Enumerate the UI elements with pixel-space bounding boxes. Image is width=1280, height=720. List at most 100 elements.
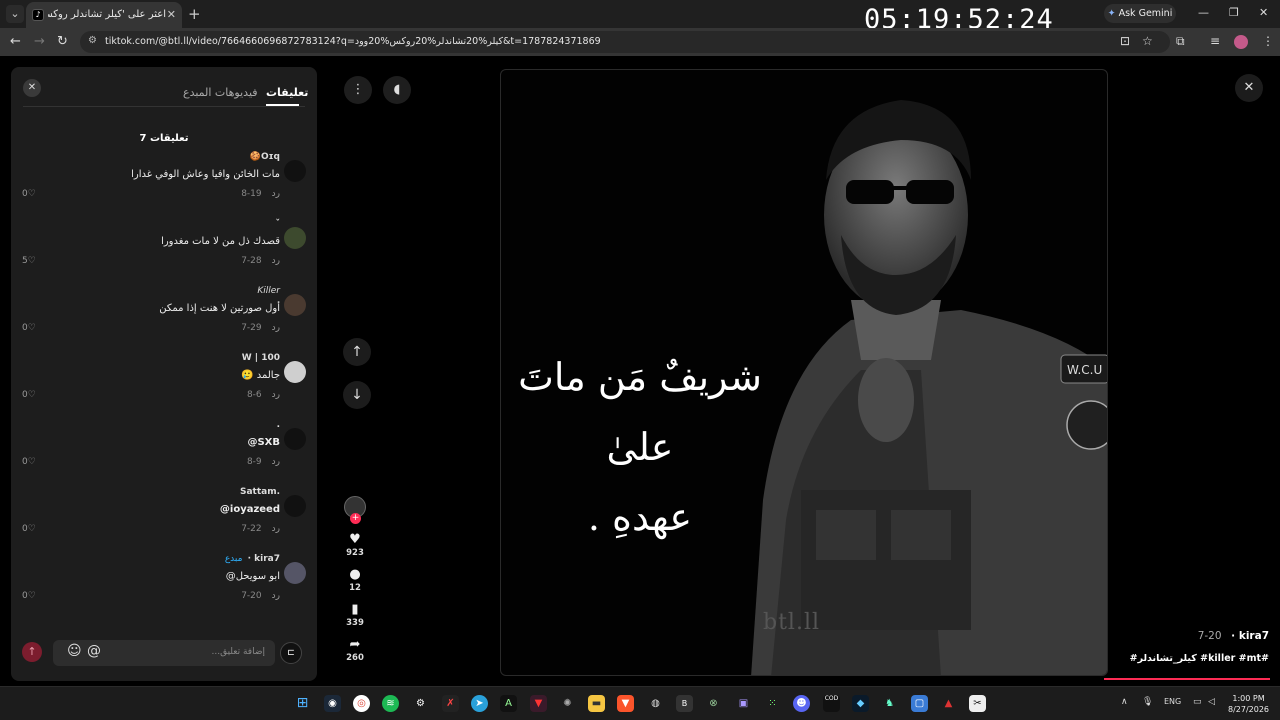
comment-input[interactable]: إضافة تعليق... @ ☺ — [53, 640, 275, 666]
volume-tray-icon[interactable]: ◁ — [1208, 697, 1215, 707]
comment-username[interactable]: . — [277, 420, 280, 430]
app-icon[interactable]: B — [676, 695, 693, 712]
send-comment-button[interactable]: ↑ — [22, 642, 42, 662]
back-icon[interactable]: ← — [10, 34, 21, 49]
app-icon[interactable]: ⁙ — [764, 695, 781, 712]
tab-close-icon[interactable]: ✕ — [167, 8, 176, 21]
new-tab-button[interactable]: + — [188, 5, 201, 23]
app-icon[interactable]: ▼ — [530, 695, 547, 712]
app-icon[interactable]: ▢ — [911, 695, 928, 712]
address-bar[interactable]: ⚙ tiktok.com/@btl.ll/video/7664660696872… — [80, 31, 1170, 53]
settings-gear-icon[interactable]: ⚙ — [412, 695, 429, 712]
tab-title: اعثر على 'كيلر تشاندلر روكس وود — [48, 9, 166, 20]
comment-like-button[interactable]: 5♡ — [22, 256, 36, 266]
avatar[interactable] — [284, 294, 306, 316]
volume-icon[interactable]: ◖ — [383, 76, 411, 104]
comment-like-button[interactable]: 0♡ — [22, 189, 36, 199]
minimize-icon[interactable]: — — [1198, 6, 1209, 19]
network-icon[interactable]: ▭ — [1193, 697, 1202, 707]
app-icon[interactable]: ✗ — [442, 695, 459, 712]
mention-icon[interactable]: @ — [87, 643, 101, 659]
app-icon[interactable]: ✂ — [969, 695, 986, 712]
system-clock[interactable]: 1:00 PM 8/27/2026 — [1228, 693, 1269, 715]
xbox-icon[interactable]: ⊗ — [705, 695, 722, 712]
comment-like-button[interactable]: 0♡ — [22, 524, 36, 534]
like-button[interactable]: ♥ 923 — [342, 532, 368, 558]
app-icon[interactable]: ▲ — [940, 695, 957, 712]
comment-username[interactable]: W | 100 — [242, 353, 280, 363]
comment-username[interactable]: 🍪Oɪq — [250, 152, 280, 162]
comment-count: 12 — [349, 583, 361, 593]
comment-like-button[interactable]: 0♡ — [22, 390, 36, 400]
language-indicator[interactable]: ENG — [1164, 697, 1181, 706]
install-app-icon[interactable]: ⊡ — [1120, 34, 1130, 48]
comment-username[interactable]: Killer — [257, 286, 280, 296]
extensions-icon[interactable]: ⧉ — [1176, 34, 1185, 49]
chrome-icon[interactable]: ◎ — [353, 695, 370, 712]
reload-icon[interactable]: ↻ — [57, 34, 68, 49]
reply-button[interactable]: رد — [272, 457, 280, 467]
browser-tab-tiktok[interactable]: ♪ اعثر على 'كيلر تشاندلر روكس وود ✕ — [26, 2, 182, 28]
follow-plus-icon[interactable]: + — [350, 513, 361, 524]
tab-creator-videos[interactable]: فيديوهات المبدع — [183, 86, 258, 99]
video-author[interactable]: 7-20 · kira7 — [1198, 630, 1269, 642]
app-icon[interactable]: ✺ — [559, 695, 576, 712]
window-close-icon[interactable]: ✕ — [1259, 6, 1268, 19]
game-controller-icon[interactable]: ▣ — [735, 695, 752, 712]
app-icon[interactable]: A — [500, 695, 517, 712]
avatar[interactable] — [284, 160, 306, 182]
avatar[interactable] — [284, 562, 306, 584]
comment-username[interactable]: Sattam. — [240, 487, 280, 497]
share-button[interactable]: ➦ 260 — [342, 637, 368, 663]
ask-gemini-button[interactable]: ✦ Ask Gemini — [1104, 4, 1176, 23]
reply-button[interactable]: رد — [272, 189, 280, 199]
comment-username[interactable]: مبدع · kira7 — [225, 554, 280, 564]
more-options-icon[interactable]: ⋮ — [344, 76, 372, 104]
spotify-icon[interactable]: ≋ — [382, 695, 399, 712]
avatar[interactable] — [284, 361, 306, 383]
comment-like-button[interactable]: 0♡ — [22, 457, 36, 467]
browser-menu-icon[interactable]: ⋮ — [1262, 34, 1274, 48]
avatar[interactable] — [284, 428, 306, 450]
reply-button[interactable]: رد — [272, 390, 280, 400]
restore-icon[interactable]: ❐ — [1229, 6, 1239, 19]
tab-comments[interactable]: تعليقات — [266, 86, 308, 99]
telegram-icon[interactable]: ➤ — [471, 695, 488, 712]
file-explorer-icon[interactable]: ▬ — [588, 695, 605, 712]
previous-video-icon[interactable]: ↑ — [343, 338, 371, 366]
bookmark-star-icon[interactable]: ☆ — [1142, 34, 1153, 48]
video-hashtags[interactable]: #كيلر_تشاندلر #killer #mt# — [1130, 653, 1269, 664]
next-video-icon[interactable]: ↓ — [343, 381, 371, 409]
app-icon[interactable]: ◆ — [852, 695, 869, 712]
steam-icon[interactable]: ◉ — [324, 695, 341, 712]
video-progress-bar[interactable] — [1104, 678, 1270, 680]
microphone-icon[interactable]: 🎙 — [1142, 697, 1153, 707]
media-controls-icon[interactable]: ≡ — [1210, 34, 1220, 48]
save-button[interactable]: ▮ 339 — [342, 602, 368, 628]
close-video-icon[interactable]: ✕ — [1235, 74, 1263, 102]
avatar[interactable] — [284, 495, 306, 517]
comments-button[interactable]: ● 12 — [342, 567, 368, 593]
video-player[interactable]: W.C.U شريفٌ مَن ماتَ علىٰ عهدهِ . btl.ll — [500, 69, 1108, 676]
avatar[interactable] — [284, 227, 306, 249]
panel-close-icon[interactable]: ✕ — [23, 79, 41, 97]
site-info-icon[interactable]: ⚙ — [88, 35, 97, 46]
github-icon[interactable]: ◍ — [647, 695, 664, 712]
comment-username[interactable]: ˇ — [276, 219, 281, 229]
comment-like-button[interactable]: 0♡ — [22, 591, 36, 601]
discord-icon[interactable]: ☻ — [793, 695, 810, 712]
reply-button[interactable]: رد — [272, 524, 280, 534]
tab-search-button[interactable]: ⌄ — [6, 5, 24, 23]
reply-button[interactable]: رد — [272, 323, 280, 333]
windows-start-icon[interactable]: ⊞ — [294, 695, 311, 712]
tray-chevron-icon[interactable]: ∧ — [1121, 697, 1128, 707]
forward-icon[interactable]: → — [34, 34, 45, 49]
comment-like-button[interactable]: 0♡ — [22, 323, 36, 333]
reply-button[interactable]: رد — [272, 256, 280, 266]
brave-icon[interactable]: ▼ — [617, 695, 634, 712]
emoji-icon[interactable]: ☺ — [67, 643, 82, 659]
call-of-duty-icon[interactable]: COD — [823, 695, 840, 712]
reply-button[interactable]: رد — [272, 591, 280, 601]
profile-avatar[interactable] — [1234, 35, 1248, 49]
app-icon[interactable]: ♞ — [881, 695, 898, 712]
